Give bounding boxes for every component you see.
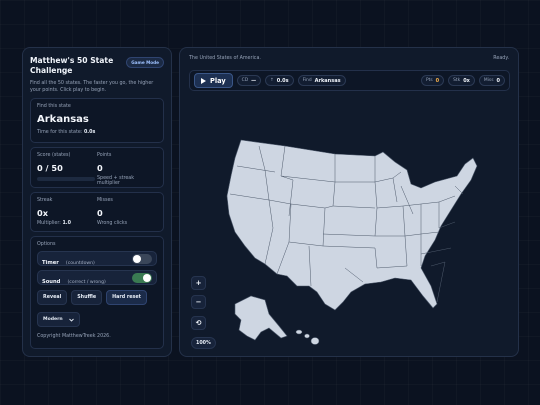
miss-chip-label: Miss — [483, 78, 494, 83]
score-value: 0 / 50 — [37, 163, 63, 173]
game-title: Matthew's 50 State Challenge — [30, 56, 114, 75]
streak-label: Streak — [37, 198, 53, 203]
countdown-label: CD — [241, 78, 249, 83]
streak-chip-label: Stk — [453, 78, 461, 83]
state-timer-label: Time for this state: — [37, 130, 83, 135]
points-label: Points — [97, 153, 112, 158]
find-chip: Find Arkansas — [297, 75, 346, 86]
find-label: Find this state — [37, 104, 71, 109]
points-chip-label: Pts — [425, 78, 433, 83]
points-hint: Speed + streak multiplier — [97, 176, 135, 186]
sound-option[interactable]: Sound (correct / wrong) — [37, 270, 157, 285]
reset-view-icon[interactable]: ⟲ — [191, 316, 206, 330]
points-chip: Pts 0 — [420, 75, 445, 86]
timer-option[interactable]: Timer (countdown) — [37, 251, 157, 266]
hard-reset-button[interactable]: Hard reset — [106, 290, 147, 305]
alaska[interactable] — [234, 295, 288, 341]
points-value: 0 — [97, 163, 103, 173]
streak-chip-value: 0x — [463, 77, 470, 84]
hawaii[interactable] — [295, 329, 320, 345]
streak-chip: Stk 0x — [448, 75, 475, 86]
shuffle-button[interactable]: Shuffle — [71, 290, 103, 305]
zoom-level-indicator: 100% — [191, 337, 216, 349]
sound-toggle[interactable] — [132, 272, 152, 283]
play-button[interactable]: Play — [194, 73, 233, 88]
options-label: Options — [37, 242, 56, 247]
play-label: Play — [210, 76, 226, 85]
contiguous-us-landmass[interactable] — [226, 139, 478, 311]
toggle-knob — [143, 273, 151, 282]
misses-label: Misses — [97, 198, 113, 203]
intro-text: Find all the 50 states. The faster you g… — [30, 81, 154, 93]
countdown-value: — — [251, 77, 257, 84]
multiplier-label: Multiplier: — [37, 221, 61, 226]
timer-option-name: Timer — [42, 260, 59, 266]
score-progress-bar — [37, 177, 95, 181]
us-states-map[interactable] — [225, 136, 495, 356]
sound-option-hint: (correct / wrong) — [67, 280, 106, 285]
options-card: Options Timer (countdown) Sound (correct… — [30, 236, 164, 349]
zoom-in-button[interactable]: + — [191, 276, 206, 290]
find-chip-value: Arkansas — [314, 77, 341, 84]
timer-toggle[interactable] — [132, 253, 152, 264]
miss-chip-value: 0 — [496, 77, 500, 84]
score-label: Score (states) — [37, 153, 71, 158]
score-card: Score (states) 0 / 50 Points 0 Speed + s… — [30, 147, 164, 188]
multiplier: Multiplier: 1.0 — [37, 221, 97, 226]
timer-option-hint: (countdown) — [65, 261, 95, 266]
chevron-down-icon — [68, 318, 74, 322]
copyright-text: Copyright MatthewTreek 2026. — [37, 334, 111, 339]
status-text: Ready. — [493, 56, 509, 61]
multiplier-value: 1.0 — [62, 221, 71, 226]
state-timer: Time for this state: 0.0s — [37, 130, 157, 135]
points-chip-value: 0 — [435, 77, 440, 84]
reveal-button[interactable]: Reveal — [37, 290, 68, 305]
misses-hint: Wrong clicks — [97, 221, 128, 226]
zoom-out-button[interactable]: − — [191, 295, 206, 309]
time-chip: ↑ 0.0s — [265, 75, 294, 86]
map-panel: The United States of America. Ready. Pla… — [179, 47, 519, 357]
play-icon — [201, 77, 206, 84]
streak-card: Streak 0x Multiplier: 1.0 Misses 0 Wrong… — [30, 192, 164, 232]
map-toolbar: Play CD — ↑ 0.0s Find Arkansas Pts 0 Stk… — [189, 70, 510, 91]
state-timer-value: 0.0s — [83, 130, 96, 135]
sound-option-name: Sound — [42, 279, 61, 285]
game-mode-badge[interactable]: Game Mode — [126, 57, 164, 68]
misses-value: 0 — [97, 208, 103, 218]
map-heading: The United States of America. — [189, 56, 261, 61]
theme-select-value: Modern — [43, 317, 63, 322]
miss-chip: Miss 0 — [478, 75, 505, 86]
find-chip-label: Find — [302, 78, 312, 83]
streak-value: 0x — [37, 208, 48, 218]
control-panel: Matthew's 50 State Challenge Game Mode F… — [22, 47, 172, 357]
timer-arrow-icon: ↑ — [270, 78, 274, 83]
countdown-chip: CD — — [236, 75, 262, 86]
find-state-card: Find this state Arkansas Time for this s… — [30, 98, 164, 143]
time-value: 0.0s — [276, 77, 289, 84]
target-state-name: Arkansas — [37, 114, 89, 125]
toggle-knob — [133, 254, 141, 263]
theme-select[interactable]: Modern — [37, 312, 80, 327]
